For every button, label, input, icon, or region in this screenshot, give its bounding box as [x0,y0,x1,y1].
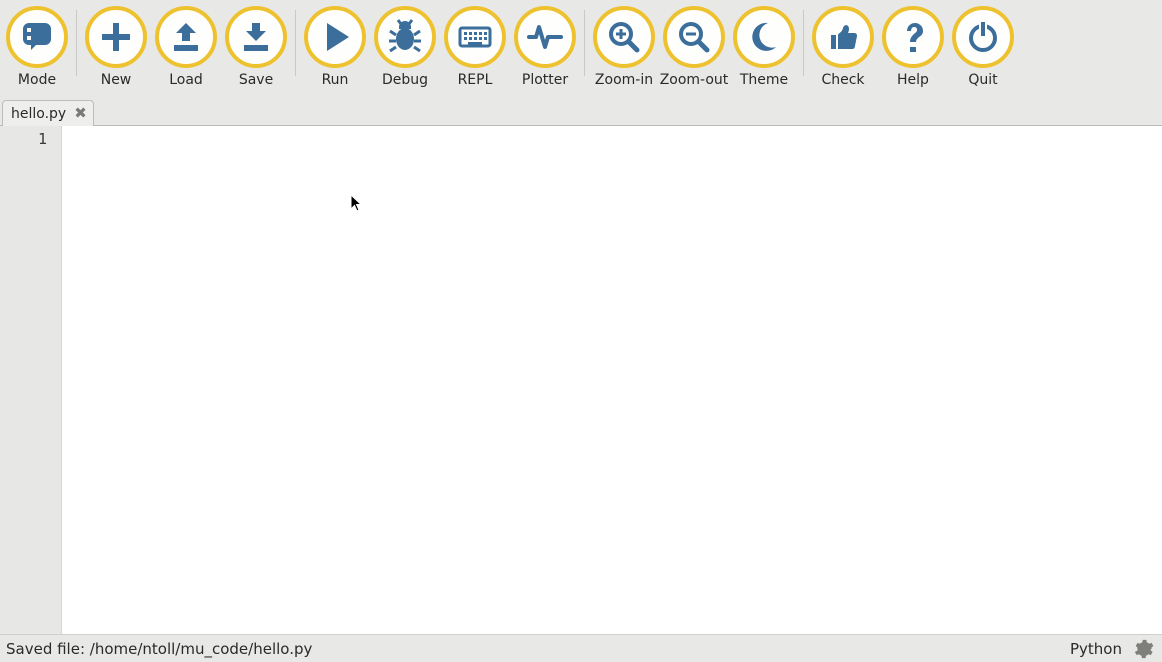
zoom-in-button[interactable]: Zoom-in [589,4,659,88]
toolbar-button-label: New [101,72,132,88]
status-bar: Saved file: /home/ntoll/mu_code/hello.py… [0,634,1162,662]
zoom-out-button[interactable]: Zoom-out [659,4,729,88]
theme-button[interactable]: Theme [729,4,799,88]
pulse-icon [514,6,576,68]
quit-button[interactable]: Quit [948,4,1018,88]
line-number-gutter: 1 [0,126,62,634]
toolbar-separator [803,10,804,76]
close-tab-icon[interactable]: ✖ [74,106,87,121]
toolbar-button-label: Zoom-out [660,72,729,88]
bug-icon [374,6,436,68]
zoom-out-icon [663,6,725,68]
toolbar-separator [584,10,585,76]
upload-icon [155,6,217,68]
tab-bar: hello.py ✖ [0,98,1162,126]
status-language: Python [1070,640,1122,658]
tab-label: hello.py [11,106,66,122]
toolbar-button-label: Mode [18,72,56,88]
thumb-icon [812,6,874,68]
check-button[interactable]: Check [808,4,878,88]
status-message: Saved file: /home/ntoll/mu_code/hello.py [6,640,312,658]
load-button[interactable]: Load [151,4,221,88]
toolbar-button-label: Check [821,72,864,88]
toolbar-button-label: Help [897,72,929,88]
toolbar-button-label: Run [322,72,349,88]
mode-button[interactable]: Mode [2,4,72,88]
download-icon [225,6,287,68]
run-button[interactable]: Run [300,4,370,88]
play-icon [304,6,366,68]
toolbar-button-label: Debug [382,72,428,88]
toolbar-separator [295,10,296,76]
toolbar-button-label: Load [169,72,203,88]
settings-gear-icon[interactable] [1132,638,1154,660]
new-button[interactable]: New [81,4,151,88]
plotter-button[interactable]: Plotter [510,4,580,88]
line-number: 1 [0,129,61,149]
keyboard-icon [444,6,506,68]
toolbar: Mode New Load Save Run Debug REPL Plotter Zoom-i… [0,0,1162,98]
toolbar-button-label: Zoom-in [595,72,653,88]
toolbar-button-label: Plotter [522,72,568,88]
debug-button[interactable]: Debug [370,4,440,88]
editor-area: 1 [0,126,1162,634]
question-icon [882,6,944,68]
code-editor[interactable] [62,126,1162,634]
zoom-in-icon [593,6,655,68]
repl-button[interactable]: REPL [440,4,510,88]
moon-icon [733,6,795,68]
help-button[interactable]: Help [878,4,948,88]
save-button[interactable]: Save [221,4,291,88]
toolbar-button-label: Theme [740,72,788,88]
toolbar-button-label: Save [239,72,273,88]
toolbar-separator [76,10,77,76]
toolbar-button-label: Quit [968,72,997,88]
mouse-cursor-icon [350,194,364,214]
tab-hello-py[interactable]: hello.py ✖ [2,100,94,126]
power-icon [952,6,1014,68]
mode-icon [6,6,68,68]
plus-icon [85,6,147,68]
toolbar-button-label: REPL [458,72,493,88]
